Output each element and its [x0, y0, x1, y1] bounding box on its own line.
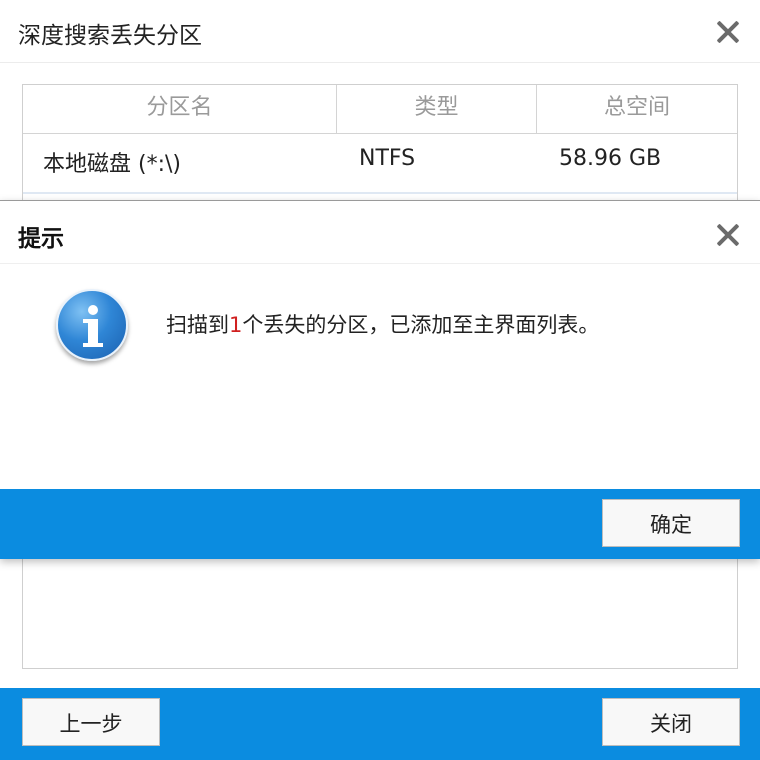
message-suffix: 个丢失的分区，已添加至主界面列表。: [242, 313, 600, 337]
table-row[interactable]: 本地磁盘 (*:\) NTFS 58.96 GB: [23, 134, 737, 194]
close-button[interactable]: 关闭: [602, 698, 740, 746]
dialog-message: 扫描到1个丢失的分区，已添加至主界面列表。: [166, 309, 599, 339]
cell-partition-type: NTFS: [359, 146, 416, 171]
close-icon[interactable]: [716, 223, 740, 247]
cell-partition-size: 58.96 GB: [559, 146, 662, 171]
ok-button[interactable]: 确定: [602, 499, 740, 547]
close-icon[interactable]: [716, 20, 740, 44]
prompt-dialog: 提示 扫描到1个丢失的分区，已添加至主界面列表。 确定: [0, 200, 760, 559]
prev-button[interactable]: 上一步: [22, 698, 160, 746]
dialog-divider: [0, 263, 760, 264]
found-count: 1: [229, 313, 243, 337]
message-prefix: 扫描到: [166, 313, 229, 337]
column-header-name[interactable]: 分区名: [23, 85, 337, 133]
info-icon: [56, 289, 128, 361]
table-header: 分区名 类型 总空间: [23, 85, 737, 134]
cell-partition-name: 本地磁盘 (*:\): [43, 152, 181, 177]
column-header-type[interactable]: 类型: [337, 85, 537, 133]
column-header-size[interactable]: 总空间: [537, 85, 737, 133]
main-window-title: 深度搜索丢失分区: [18, 23, 202, 49]
dialog-title: 提示: [18, 226, 64, 252]
main-titlebar: 深度搜索丢失分区: [0, 0, 760, 63]
